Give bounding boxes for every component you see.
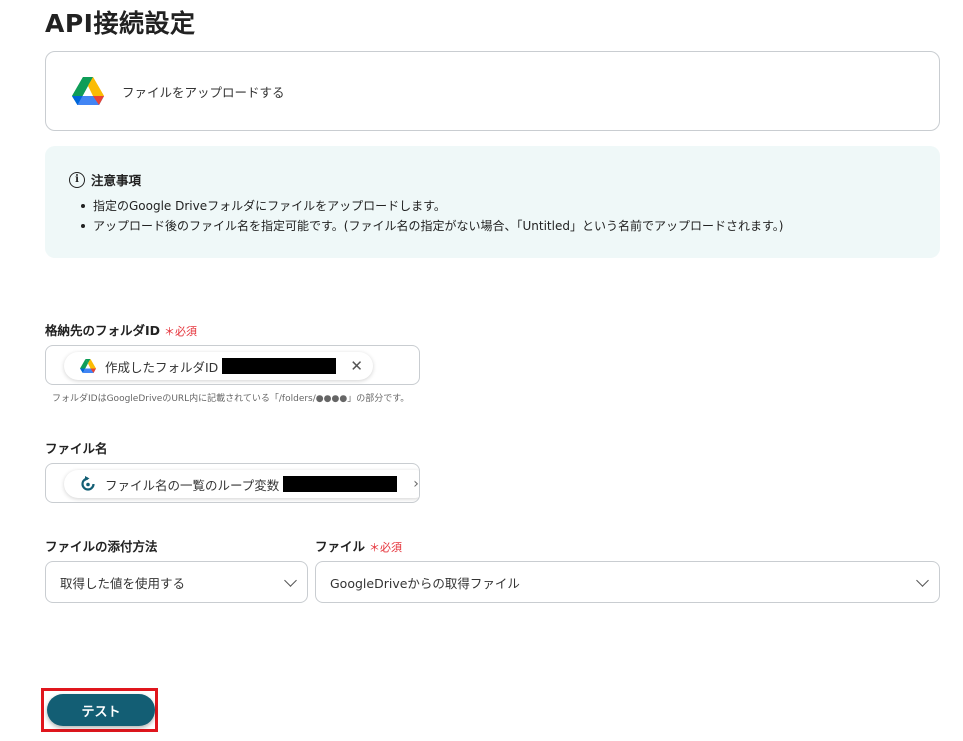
chevron-down-icon xyxy=(916,574,929,587)
notice-list: 指定のGoogle Driveフォルダにファイルをアップロードします。 アップロ… xyxy=(81,196,940,236)
notice-item: アップロード後のファイル名を指定可能です。(ファイル名の指定がない場合、「Unt… xyxy=(81,216,940,236)
google-drive-icon xyxy=(80,359,96,373)
action-card[interactable]: ファイルをアップロードする xyxy=(45,51,940,131)
redacted-block xyxy=(222,358,337,374)
info-icon: i xyxy=(69,171,85,188)
google-drive-icon xyxy=(72,77,104,105)
filename-label-text: ファイル名 xyxy=(45,441,108,456)
file-value: GoogleDriveからの取得ファイル xyxy=(330,575,520,591)
folder-id-label-text: 格納先のフォルダID xyxy=(45,323,161,338)
notice-item: 指定のGoogle Driveフォルダにファイルをアップロードします。 xyxy=(81,196,940,216)
redacted-block xyxy=(283,476,398,492)
page-title: API接続設定 xyxy=(45,9,196,38)
attach-method-value: 取得した値を使用する xyxy=(60,575,186,591)
attach-method-select[interactable]: 取得した値を使用する xyxy=(45,561,308,603)
chip-text: ファイル名の一覧のループ変数 xyxy=(105,477,280,493)
chevron-right-icon[interactable]: › xyxy=(413,476,419,492)
attach-method-label: ファイルの添付方法 xyxy=(45,536,158,555)
notice-title: 注意事項 xyxy=(91,173,142,188)
chip-text: 作成したフォルダID xyxy=(105,359,219,375)
folder-id-chip[interactable]: 作成したフォルダID ✕ xyxy=(64,352,373,380)
chevron-down-icon xyxy=(284,574,297,587)
test-button-highlight: テスト xyxy=(41,688,158,732)
file-label-text: ファイル xyxy=(315,539,366,554)
folder-id-label: 格納先のフォルダID ＊必須 xyxy=(45,320,197,339)
folder-id-field[interactable]: 作成したフォルダID ✕ xyxy=(45,345,420,385)
file-label: ファイル ＊必須 xyxy=(315,536,402,555)
required-badge: ＊必須 xyxy=(369,541,403,554)
file-select[interactable]: GoogleDriveからの取得ファイル xyxy=(315,561,940,603)
loop-icon xyxy=(81,476,95,491)
notice-box: i 注意事項 指定のGoogle Driveフォルダにファイルをアップロードしま… xyxy=(45,146,940,258)
attach-method-label-text: ファイルの添付方法 xyxy=(45,539,158,554)
test-button[interactable]: テスト xyxy=(47,694,155,726)
filename-field[interactable]: ファイル名の一覧のループ変数 › xyxy=(45,463,420,503)
action-label: ファイルをアップロードする xyxy=(122,84,285,100)
required-badge: ＊必須 xyxy=(164,325,198,338)
notice-header: i 注意事項 xyxy=(69,170,940,189)
filename-label: ファイル名 xyxy=(45,438,108,457)
folder-id-hint: フォルダIDはGoogleDriveのURL内に記載されている「/folders… xyxy=(52,394,410,404)
close-icon[interactable]: ✕ xyxy=(350,357,363,375)
filename-chip[interactable]: ファイル名の一覧のループ変数 › xyxy=(64,470,419,498)
